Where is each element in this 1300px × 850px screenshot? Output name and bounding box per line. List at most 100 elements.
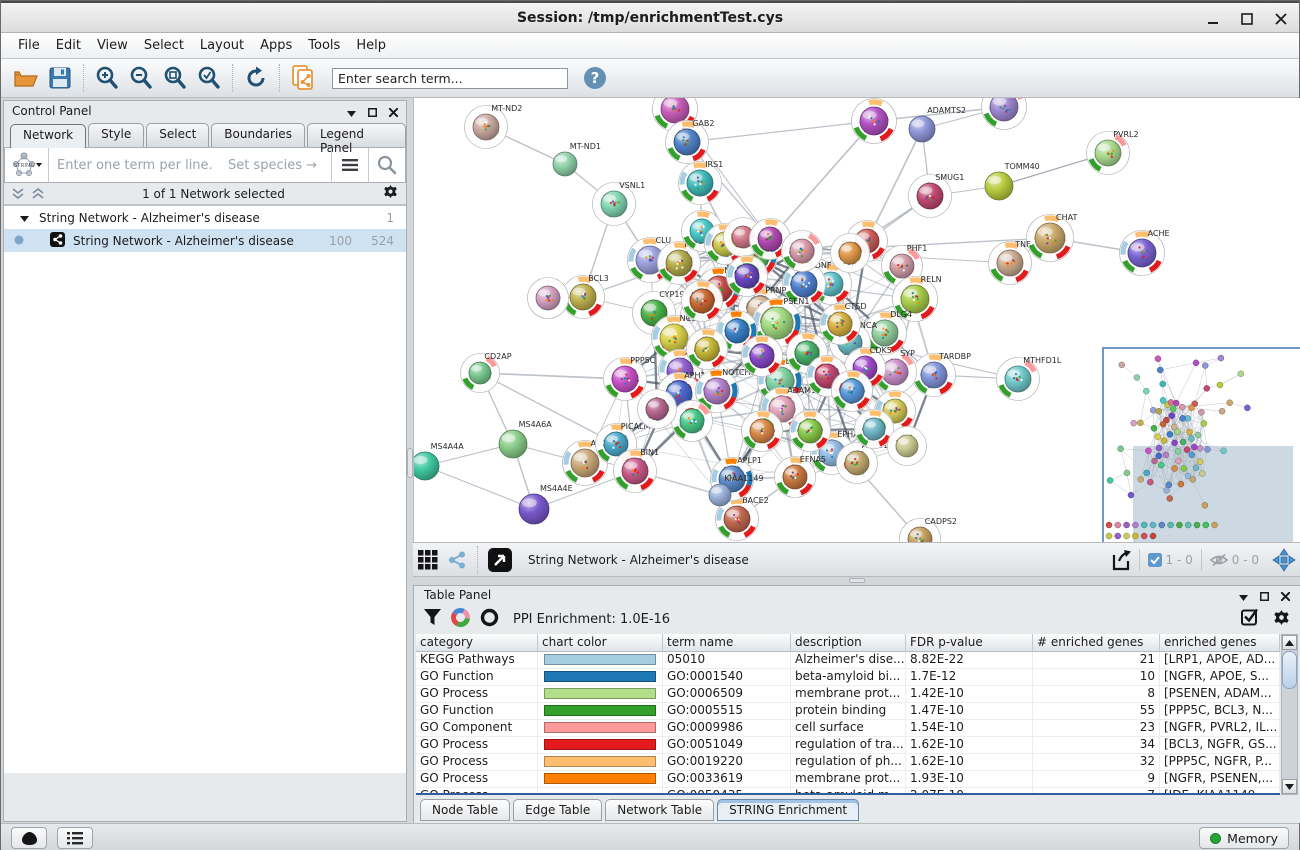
network-node[interactable] — [727, 256, 768, 297]
network-node-tardbp[interactable]: TARDBP — [913, 352, 972, 397]
column-header-enriched-genes[interactable]: enriched genes — [1160, 634, 1280, 651]
table-row[interactable]: GO ProcessGO:0019220regulation of ph...1… — [416, 754, 1280, 771]
column-header-category[interactable]: category — [416, 634, 538, 651]
panel-menu-icon[interactable] — [347, 102, 356, 121]
export-network-button[interactable] — [1105, 544, 1139, 576]
network-node-bin1[interactable]: BIN1 — [614, 448, 660, 493]
network-node-pvrl2[interactable]: PVRL2 — [1087, 130, 1139, 175]
network-collection-row[interactable]: String Network - Alzheimer's disease 1 — [4, 206, 406, 229]
open-session-button[interactable] — [9, 62, 43, 94]
share-network-button[interactable] — [443, 544, 471, 576]
save-session-button[interactable] — [43, 62, 77, 94]
network-node-efna5[interactable]: EFNA5 — [775, 455, 827, 498]
tab-edge-table[interactable]: Edge Table — [513, 799, 602, 821]
column-header-FDR-p-value[interactable]: FDR p-value — [906, 634, 1033, 651]
network-edge[interactable] — [425, 466, 534, 509]
enrichment-settings-button[interactable] — [1273, 609, 1290, 630]
zoom-out-button[interactable] — [124, 62, 158, 94]
table-row[interactable]: GO ProcessGO:0051049regulation of tra...… — [416, 737, 1280, 754]
tab-network-table[interactable]: Network Table — [605, 799, 714, 821]
splitter-grip[interactable] — [849, 578, 865, 583]
tree-expand-icon[interactable] — [20, 211, 29, 225]
network-node-cadps2[interactable]: CADPS2 — [900, 517, 958, 542]
tab-select[interactable]: Select — [146, 123, 209, 147]
column-header-description[interactable]: description — [791, 634, 906, 651]
search-input[interactable] — [332, 68, 568, 89]
menu-tools[interactable]: Tools — [301, 35, 347, 56]
network-node-smug1[interactable]: SMUG1 — [909, 173, 965, 218]
network-node[interactable] — [888, 427, 927, 466]
select-rows-button[interactable] — [1241, 608, 1259, 630]
column-header-chart-color[interactable]: chart color — [538, 634, 663, 651]
zoom-in-button[interactable] — [90, 62, 124, 94]
enrichment-table[interactable]: categorychart colorterm namedescriptionF… — [416, 634, 1280, 795]
network-node[interactable] — [832, 371, 873, 412]
panel-splitter-horizontal[interactable] — [413, 577, 1300, 585]
zoom-fit-button[interactable] — [158, 62, 192, 94]
tab-string-enrichment[interactable]: STRING Enrichment — [717, 799, 859, 821]
network-canvas[interactable]: MT-ND2MT-ND1VSNL1GAB2IRS1ADAMTS2PVRL2TOM… — [413, 98, 1300, 542]
column-header-term-name[interactable]: term name — [663, 634, 791, 651]
network-node-cd2ap[interactable]: CD2AP — [461, 352, 512, 393]
network-node-mthfd1l[interactable]: MTHFD1L — [997, 356, 1062, 401]
menu-file[interactable]: File — [11, 35, 47, 56]
panel-close-icon[interactable] — [389, 102, 398, 121]
memory-button[interactable]: Memory — [1199, 827, 1289, 849]
network-node[interactable] — [742, 336, 783, 377]
network-node[interactable] — [790, 411, 831, 452]
tab-boundaries[interactable]: Boundaries — [211, 123, 305, 147]
panel-close-icon[interactable] — [1281, 586, 1290, 605]
jobs-status-button[interactable] — [11, 827, 47, 849]
network-node[interactable] — [742, 411, 783, 452]
scrollbar-thumb[interactable] — [1282, 651, 1297, 689]
network-panel-gear-icon[interactable] — [383, 184, 398, 203]
network-node-tomm40[interactable]: TOMM40 — [985, 162, 1040, 200]
close-icon[interactable] — [1275, 12, 1287, 26]
scroll-up-button[interactable] — [1282, 635, 1297, 650]
network-node-chat[interactable]: CHAT — [1027, 213, 1078, 262]
network-node[interactable] — [831, 234, 870, 273]
draw-charts-button[interactable] — [451, 608, 470, 631]
string-options-button[interactable] — [332, 148, 368, 182]
network-node[interactable] — [687, 329, 728, 370]
network-node[interactable] — [852, 99, 897, 144]
network-node-adamts2[interactable]: ADAMTS2 — [909, 106, 966, 142]
string-search-button[interactable] — [369, 148, 405, 182]
string-query-input[interactable]: Enter one term per line. — [49, 158, 228, 173]
network-edge[interactable] — [770, 121, 874, 239]
network-node[interactable] — [638, 390, 677, 429]
network-node[interactable] — [528, 278, 569, 319]
minimize-icon[interactable] — [1207, 12, 1219, 26]
navigator-button[interactable] — [1267, 544, 1300, 576]
eye-slash-icon[interactable] — [1210, 553, 1228, 567]
table-row[interactable]: GO ProcessGO:0006509membrane prot...1.42… — [416, 686, 1280, 703]
expand-all-icon[interactable] — [32, 184, 44, 203]
network-node[interactable] — [672, 401, 713, 442]
refresh-button[interactable] — [239, 62, 273, 94]
scroll-down-button[interactable] — [1282, 779, 1297, 794]
table-row[interactable]: GO FunctionGO:0001540beta-amyloid bi...1… — [416, 669, 1280, 686]
network-node-irs1[interactable]: IRS1 — [679, 160, 724, 205]
string-protein-query-selector[interactable]: STRING — [5, 148, 49, 182]
grid-view-button[interactable] — [413, 544, 443, 576]
menu-layout[interactable]: Layout — [193, 35, 251, 56]
menu-select[interactable]: Select — [137, 35, 191, 56]
panel-menu-icon[interactable] — [1239, 586, 1248, 605]
network-edge[interactable] — [480, 373, 616, 444]
column-header--enriched-genes[interactable]: # enriched genes — [1033, 634, 1160, 651]
panel-float-icon[interactable] — [368, 102, 377, 121]
network-node[interactable] — [982, 98, 1027, 130]
network-overview-inset[interactable] — [1102, 347, 1300, 544]
network-node[interactable] — [782, 231, 823, 272]
table-row[interactable]: GO FunctionGO:0005515protein binding1.47… — [416, 703, 1280, 720]
network-node-mt-nd2[interactable]: MT-ND2 — [465, 104, 523, 149]
network-node-ms4a4a[interactable]: MS4A4A — [414, 442, 464, 480]
network-node-vsnl1[interactable]: VSNL1 — [593, 181, 646, 226]
task-history-button[interactable] — [57, 827, 93, 849]
panel-float-icon[interactable] — [1260, 586, 1269, 605]
network-node-ache[interactable]: ACHE — [1120, 229, 1170, 276]
zoom-selected-button[interactable] — [192, 62, 226, 94]
tab-legend-panel[interactable]: Legend Panel — [307, 123, 406, 147]
selected-checkbox-icon[interactable] — [1148, 553, 1162, 567]
network-node-ms4a4e[interactable]: MS4A4E — [519, 484, 573, 524]
